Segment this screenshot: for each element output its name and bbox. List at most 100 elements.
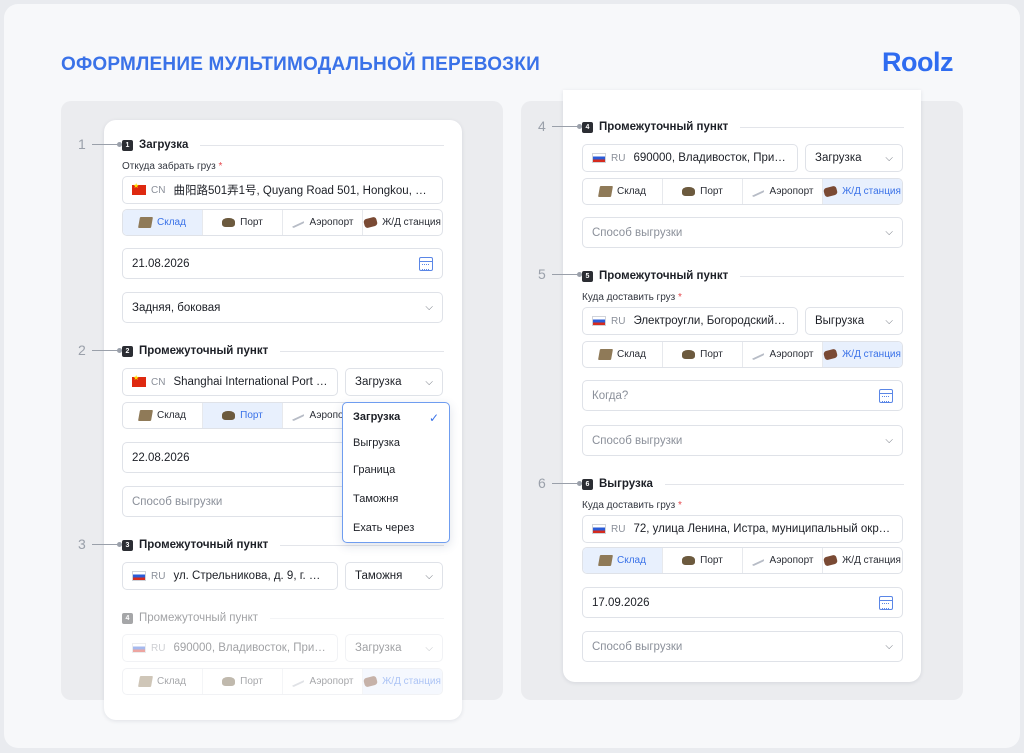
port-ship-icon [682, 187, 696, 196]
step-number-4: 4 [538, 118, 582, 134]
unload-method-select[interactable]: Способ выгрузки ⌵ [582, 425, 903, 456]
unload-method-select[interactable]: Способ выгрузки ⌵ [582, 217, 903, 248]
port-ship-icon [222, 677, 236, 686]
airplane-icon [290, 217, 306, 228]
waypoint-2-operation-select[interactable]: Загрузка ⌵ [345, 368, 443, 396]
operation-dropdown-menu: Загрузка ✓ Выгрузка Граница Таможня Ехат… [342, 402, 450, 543]
section-title: Промежуточный пункт [139, 612, 259, 624]
date-input[interactable]: 17.09.2026 [582, 587, 903, 618]
mode-rail[interactable]: Ж/Д станция [363, 669, 442, 694]
dropdown-option-pass-through[interactable]: Ехать через [353, 522, 414, 534]
mode-rail[interactable]: Ж/Д станция [823, 548, 902, 573]
mode-rail[interactable]: Ж/Д станция [363, 210, 442, 235]
flag-cn-icon [132, 374, 146, 387]
rail-train-icon [823, 348, 839, 361]
calendar-icon[interactable] [879, 388, 893, 403]
calendar-icon[interactable] [879, 595, 893, 610]
waypoint-3-operation-select[interactable]: Таможня ⌵ [345, 562, 443, 590]
warehouse-icon [138, 676, 153, 687]
unload-method-select[interactable]: Способ выгрузки ⌵ [582, 631, 903, 662]
chevron-down-icon: ⌵ [425, 302, 433, 313]
divider [280, 544, 444, 546]
divider [740, 126, 904, 128]
divider [270, 617, 444, 619]
section-badge: 6 [582, 478, 593, 490]
warehouse-icon [138, 217, 153, 228]
mode-airport[interactable]: Аэропорт [743, 342, 823, 367]
mode-port[interactable]: Порт [203, 210, 283, 235]
waypoint-4-operation-select[interactable]: Загрузка ⌵ [345, 634, 443, 662]
country-code: RU [611, 523, 626, 535]
date-input[interactable]: Когда? [582, 380, 903, 411]
transport-mode-selector: Склад Порт Аэропорт Ж/Д станция [122, 209, 443, 236]
warehouse-icon [598, 555, 613, 566]
mode-port[interactable]: Порт [663, 342, 743, 367]
rail-train-icon [363, 216, 379, 229]
mode-warehouse[interactable]: Склад [123, 669, 203, 694]
chevron-down-icon: ⌵ [885, 641, 893, 652]
mode-airport[interactable]: Аэропорт [283, 669, 363, 694]
mode-airport[interactable]: Аэропорт [743, 548, 823, 573]
country-code: RU [611, 315, 626, 327]
delivery-address-input[interactable]: RU 72, улица Ленина, Истра, муниципальны… [582, 515, 903, 543]
mode-airport[interactable]: Аэропорт [283, 210, 363, 235]
mode-port[interactable]: Порт [663, 548, 743, 573]
mode-airport[interactable]: Аэропорт [743, 179, 823, 204]
port-ship-icon [222, 411, 236, 420]
waypoint-5-address-input[interactable]: RU Электроугли, Богородский г... [582, 307, 798, 335]
waypoint-2-address-input[interactable]: CN Shanghai International Port (... [122, 368, 338, 396]
transport-mode-selector: Склад Порт Аэропорт Ж/Д станция [582, 547, 903, 574]
port-ship-icon [682, 556, 696, 565]
divider [664, 483, 904, 485]
address-value: Shanghai International Port (... [173, 376, 328, 388]
pickup-address-input[interactable]: CN 曲阳路501弄1号, Quyang Road 501, Hongkou, … [122, 176, 443, 204]
unload-method-select[interactable]: Задняя, боковая ⌵ [122, 292, 443, 323]
flag-ru-icon [592, 524, 606, 534]
mode-warehouse[interactable]: Склад [123, 403, 203, 428]
chevron-down-icon: ⌵ [425, 570, 433, 582]
airplane-icon [290, 676, 306, 687]
address-value: 曲阳路501弄1号, Quyang Road 501, Hongkou, Sha… [173, 185, 433, 197]
transport-mode-selector: Склад Порт Аэропорт Ж/Д станция [122, 668, 443, 695]
date-placeholder: Когда? [592, 389, 629, 402]
rail-train-icon [363, 675, 379, 688]
port-ship-icon [682, 350, 696, 359]
waypoint-4-operation-select[interactable]: Загрузка ⌵ [805, 144, 903, 172]
mode-warehouse[interactable]: Склад [583, 342, 663, 367]
step-number-2: 2 [78, 342, 122, 358]
waypoint-4-address-input[interactable]: RU 690000, Владивосток, Прим... [582, 144, 798, 172]
dropdown-option-loading[interactable]: Загрузка [353, 411, 400, 423]
rail-train-icon [823, 554, 839, 567]
waypoint-5-operation-select[interactable]: Выгрузка ⌵ [805, 307, 903, 335]
step-number-6: 6 [538, 475, 582, 491]
warehouse-icon [138, 410, 153, 421]
unload-method-placeholder: Способ выгрузки [592, 640, 683, 653]
mode-rail[interactable]: Ж/Д станция [823, 342, 902, 367]
dropdown-option-customs[interactable]: Таможня [353, 493, 398, 505]
waypoint-4-address-input[interactable]: RU 690000, Владивосток, Прим... [122, 634, 338, 662]
section-header-unloading: 6 Выгрузка [582, 477, 904, 491]
airplane-icon [290, 410, 306, 421]
mode-port[interactable]: Порт [663, 179, 743, 204]
divider [740, 275, 904, 277]
operation-value: Загрузка [815, 152, 862, 164]
calendar-icon[interactable] [419, 256, 433, 271]
flag-ru-icon [592, 153, 606, 163]
mode-warehouse[interactable]: Склад [123, 210, 203, 235]
chevron-down-icon: ⌵ [885, 435, 893, 446]
section-title: Промежуточный пункт [139, 539, 269, 551]
date-input[interactable]: 21.08.2026 [122, 248, 443, 279]
waypoint-3-address-input[interactable]: RU ул. Стрельникова, д. 9, г. Вл... [122, 562, 338, 590]
date-value: 17.09.2026 [592, 596, 650, 609]
dropdown-option-unloading[interactable]: Выгрузка [353, 437, 400, 449]
section-title: Промежуточный пункт [599, 270, 729, 282]
step-number-5: 5 [538, 266, 582, 282]
mode-warehouse[interactable]: Склад [583, 179, 663, 204]
divider [200, 144, 444, 146]
mode-rail[interactable]: Ж/Д станция [823, 179, 902, 204]
section-header-loading: 1 Загрузка [122, 138, 444, 152]
mode-port[interactable]: Порт [203, 669, 283, 694]
mode-port[interactable]: Порт [203, 403, 283, 428]
mode-warehouse[interactable]: Склад [583, 548, 663, 573]
dropdown-option-border[interactable]: Граница [353, 464, 395, 476]
